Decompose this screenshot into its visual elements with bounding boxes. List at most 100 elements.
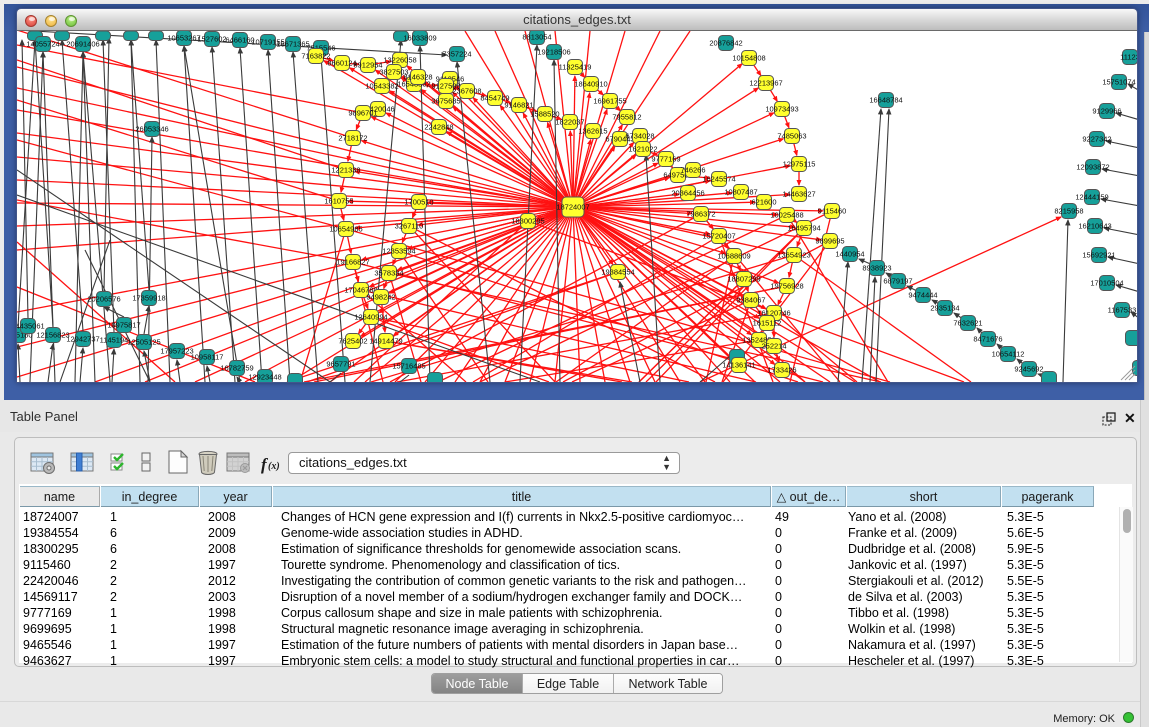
svg-text:15692921: 15692921 xyxy=(1082,251,1115,260)
svg-text:1362615: 1362615 xyxy=(578,127,607,136)
svg-text:1615112: 1615112 xyxy=(753,319,782,328)
svg-text:1822037: 1822037 xyxy=(555,118,584,127)
svg-text:10654112: 10654112 xyxy=(992,350,1025,359)
svg-text:10543382: 10543382 xyxy=(365,82,398,91)
svg-text:1733426: 1733426 xyxy=(767,366,796,375)
svg-text:1167533: 1167533 xyxy=(1108,306,1137,315)
svg-text:10688609: 10688609 xyxy=(717,252,750,261)
svg-text:18724007: 18724007 xyxy=(556,203,589,212)
svg-text:16782759: 16782759 xyxy=(220,364,253,373)
svg-text:10958117: 10958117 xyxy=(191,353,224,362)
svg-text:8938923: 8938923 xyxy=(862,264,891,273)
svg-text:8912954: 8912954 xyxy=(353,61,382,70)
svg-text:18300295: 18300295 xyxy=(511,217,544,226)
svg-text:2242848: 2242848 xyxy=(424,123,453,132)
svg-text:9657791: 9657791 xyxy=(326,360,355,369)
svg-text:8146328: 8146328 xyxy=(403,73,432,82)
svg-text:10807487: 10807487 xyxy=(724,188,757,197)
svg-text:17359918: 17359918 xyxy=(132,294,165,303)
svg-text:8471676: 8471676 xyxy=(973,335,1002,344)
svg-text:9498242: 9498242 xyxy=(366,293,395,302)
svg-text:10973493: 10973493 xyxy=(765,105,798,114)
svg-text:10654985: 10654985 xyxy=(329,225,362,234)
svg-text:14136141: 14136141 xyxy=(722,361,755,370)
svg-text:1145194: 1145194 xyxy=(100,336,129,345)
svg-text:12640994: 12640994 xyxy=(354,313,387,322)
svg-text:10653267: 10653267 xyxy=(167,34,200,43)
svg-text:18807299: 18807299 xyxy=(727,275,760,284)
svg-text:13654923: 13654923 xyxy=(777,251,810,260)
svg-text:9474444: 9474444 xyxy=(908,291,937,300)
svg-text:6466160: 6466160 xyxy=(225,36,254,45)
svg-text:14435061: 14435061 xyxy=(17,322,45,331)
svg-text:1221338: 1221338 xyxy=(331,166,360,175)
svg-text:746266: 746266 xyxy=(680,166,705,175)
svg-text:1440954: 1440954 xyxy=(835,250,864,259)
svg-text:9777169: 9777169 xyxy=(651,155,680,164)
svg-text:11325419: 11325419 xyxy=(559,63,592,72)
svg-text:8215958: 8215958 xyxy=(1054,207,1083,216)
svg-text:12975115: 12975115 xyxy=(783,160,816,169)
svg-text:17010504: 17010504 xyxy=(1090,279,1123,288)
svg-text:12213967: 12213967 xyxy=(749,79,782,88)
svg-text:252214: 252214 xyxy=(761,342,786,351)
svg-text:20206576: 20206576 xyxy=(87,295,120,304)
svg-text:18640910: 18640910 xyxy=(574,80,607,89)
svg-text:12093872: 12093872 xyxy=(1076,163,1109,172)
svg-text:19756928: 19756928 xyxy=(770,282,803,291)
svg-text:1610755: 1610755 xyxy=(324,197,353,206)
svg-text:14055724: 14055724 xyxy=(26,40,59,49)
svg-text:(x): (x) xyxy=(268,461,280,472)
svg-text:7986372: 7986372 xyxy=(686,210,715,219)
svg-text:12923448: 12923448 xyxy=(248,373,281,382)
svg-text:10154808: 10154808 xyxy=(732,54,765,63)
svg-text:19166827: 19166827 xyxy=(336,258,369,267)
svg-text:14463627: 14463627 xyxy=(782,190,815,199)
svg-text:13226058: 13226058 xyxy=(383,56,416,65)
svg-text:7632621: 7632621 xyxy=(953,319,982,328)
svg-text:20876842: 20876842 xyxy=(709,39,742,48)
svg-text:16961755: 16961755 xyxy=(593,97,626,106)
svg-text:16671365: 16671365 xyxy=(276,40,309,49)
svg-text:9896701: 9896701 xyxy=(348,109,377,118)
svg-text:16033809: 16033809 xyxy=(403,34,436,43)
svg-text:10025488: 10025488 xyxy=(770,211,803,220)
svg-text:19218506: 19218506 xyxy=(537,48,570,57)
svg-text:12156823: 12156823 xyxy=(36,331,69,340)
svg-text:7625402: 7625402 xyxy=(338,337,367,346)
svg-text:15720407: 15720407 xyxy=(702,232,735,241)
svg-text:12505125: 12505125 xyxy=(127,338,160,347)
svg-text:2367608: 2367608 xyxy=(452,87,481,96)
svg-text:15751074: 15751074 xyxy=(1102,78,1135,87)
svg-text:7485063: 7485063 xyxy=(777,132,806,141)
svg-text:2718172: 2718172 xyxy=(338,134,367,143)
svg-text:16245574: 16245574 xyxy=(702,175,735,184)
svg-text:9899695: 9899695 xyxy=(815,237,844,246)
svg-text:12942737: 12942737 xyxy=(66,335,99,344)
svg-text:20691406: 20691406 xyxy=(66,40,99,49)
svg-text:2935134: 2935134 xyxy=(930,304,959,313)
svg-text:9227342: 9227342 xyxy=(1082,135,1111,144)
svg-text:3267110: 3267110 xyxy=(395,222,424,231)
svg-text:9146821: 9146821 xyxy=(504,101,533,110)
svg-text:9115460: 9115460 xyxy=(818,207,847,216)
svg-text:1700510: 1700510 xyxy=(404,198,433,207)
svg-text:8660124: 8660124 xyxy=(327,59,356,68)
svg-text:9129966: 9129966 xyxy=(1092,107,1121,116)
svg-text:7955812: 7955812 xyxy=(612,113,641,122)
svg-text:3675685: 3675685 xyxy=(431,97,460,106)
svg-text:12353594: 12353594 xyxy=(382,247,415,256)
svg-text:11123: 11123 xyxy=(1120,53,1137,62)
svg-text:1621022: 1621022 xyxy=(628,145,657,154)
svg-text:621600: 621600 xyxy=(751,198,776,207)
svg-text:3578334: 3578334 xyxy=(374,269,403,278)
svg-text:6879197: 6879197 xyxy=(883,277,912,286)
svg-text:1527602: 1527602 xyxy=(197,35,226,44)
svg-text:26053346: 26053346 xyxy=(135,125,168,134)
svg-text:8813054: 8813054 xyxy=(522,33,551,42)
svg-text:6734028: 6734028 xyxy=(625,132,654,141)
svg-text:7163822: 7163822 xyxy=(301,52,330,61)
svg-text:20364456: 20364456 xyxy=(671,189,704,198)
svg-text:9384067: 9384067 xyxy=(736,296,765,305)
svg-text:17957223: 17957223 xyxy=(160,347,193,356)
